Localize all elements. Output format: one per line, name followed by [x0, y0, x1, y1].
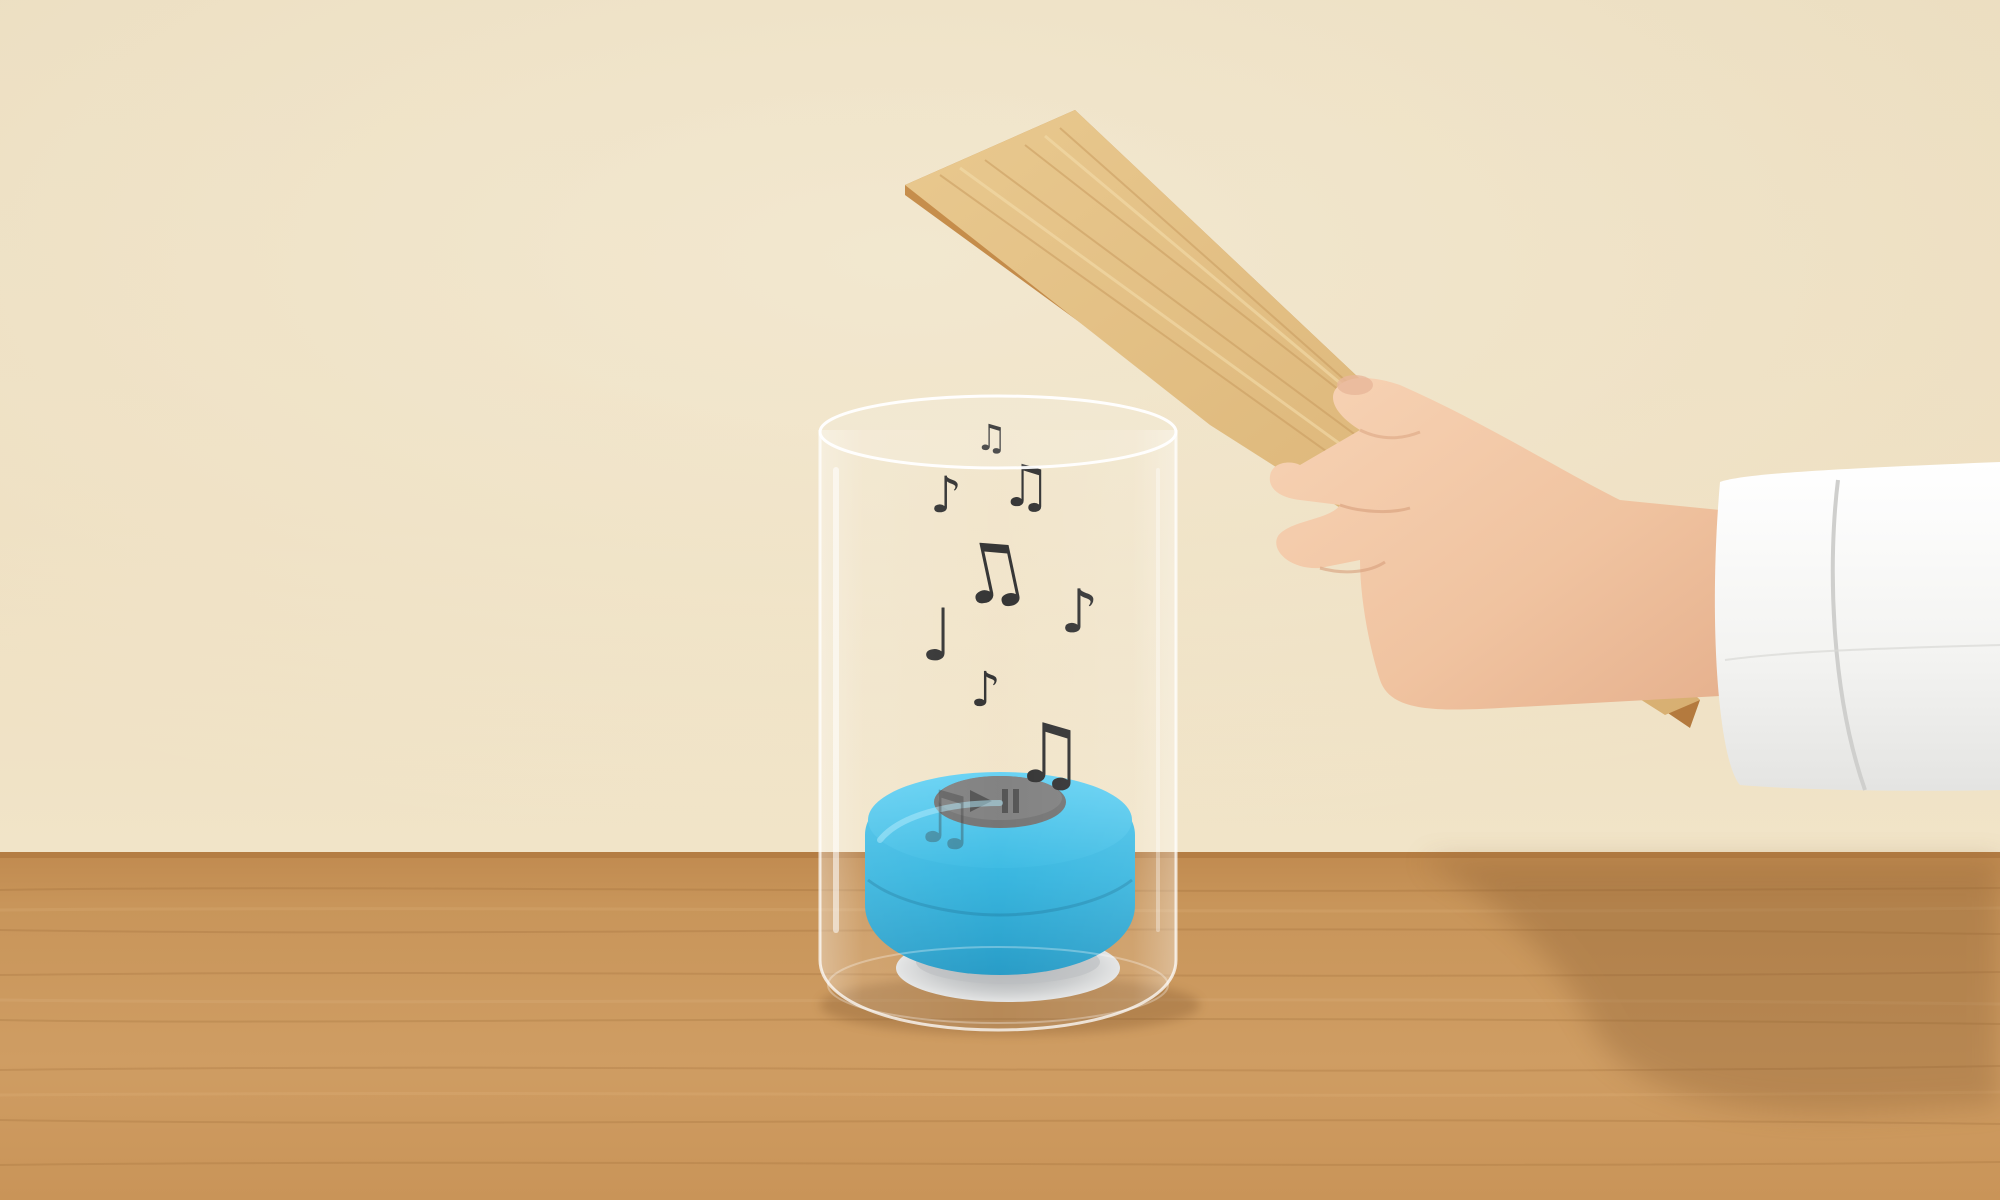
scene: ♫ ♪ ♫ ♫ ♪ ♩ ♪ ♫ ♫: [0, 0, 2000, 1200]
lab-coat-sleeve: [1714, 462, 2000, 791]
glass-jar: [818, 394, 1178, 1032]
